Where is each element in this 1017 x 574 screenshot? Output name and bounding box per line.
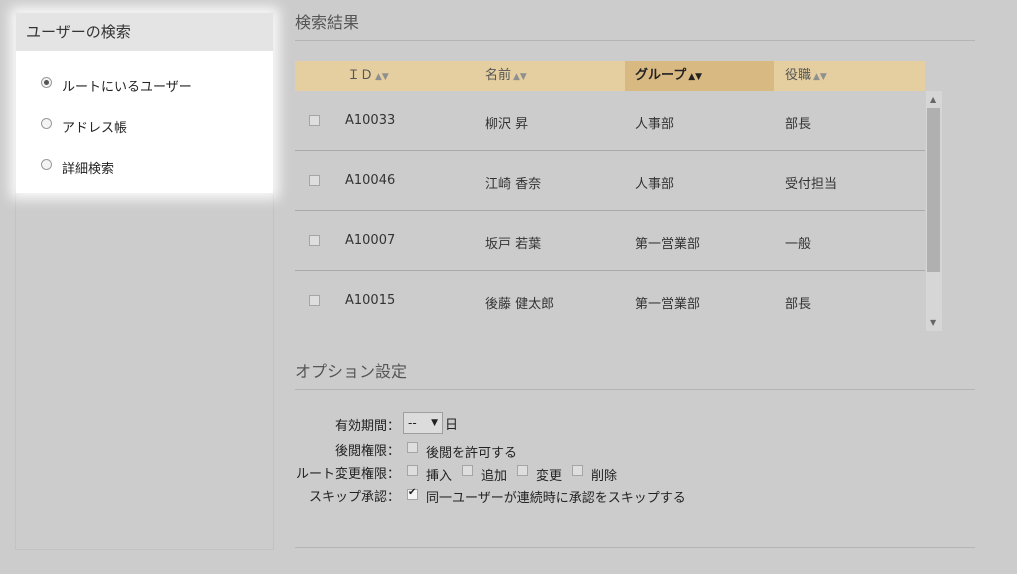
dropdown-arrow-icon: ▼: [431, 418, 438, 428]
cell-role: 部長: [785, 297, 812, 312]
view-permission-label: 後閲権限：: [334, 444, 400, 459]
scroll-up-arrow-icon[interactable]: ▲: [930, 95, 936, 104]
validity-row: -- ▼ 日: [403, 412, 458, 434]
table-row[interactable]: A10007 坂戸 若葉 第一営業部 一般: [295, 211, 925, 271]
view-permission-row: 後閲を許可する: [407, 440, 527, 461]
route-permission-row: 挿入 追加 変更 削除: [407, 463, 627, 484]
column-header-role[interactable]: 役職 ▲▼: [785, 61, 827, 91]
route-add-label: 追加: [481, 469, 508, 484]
cell-name: 坂戸 若葉: [485, 237, 542, 252]
cell-group: 人事部: [635, 117, 675, 132]
radio-label: アドレス帳: [62, 120, 128, 136]
cell-group: 第一営業部: [635, 237, 701, 252]
cell-name: 後藤 健太郎: [485, 297, 555, 312]
view-permission-text: 後閲を許可する: [426, 446, 518, 461]
column-header-id[interactable]: ＩＤ ▲▼: [347, 61, 389, 91]
row-checkbox[interactable]: [309, 295, 320, 306]
options-title: オプション設定: [295, 362, 408, 381]
validity-unit: 日: [445, 417, 459, 433]
table-row[interactable]: A10046 江崎 香奈 人事部 受付担当: [295, 151, 925, 211]
radio-address-book[interactable]: アドレス帳: [41, 116, 127, 136]
bottom-divider: [295, 547, 975, 548]
radio-label: ルートにいるユーザー: [62, 79, 192, 95]
cell-name: 江崎 香奈: [485, 177, 542, 192]
results-table-header: ＩＤ ▲▼ 名前 ▲▼ グループ ▲▼ 役職 ▲▼: [295, 61, 925, 91]
sort-both-icon[interactable]: ▲▼: [813, 72, 827, 82]
column-header-name[interactable]: 名前 ▲▼: [485, 61, 527, 91]
scroll-down-arrow-icon[interactable]: ▼: [930, 318, 936, 327]
radio-button-checked[interactable]: [41, 76, 52, 88]
route-insert-checkbox[interactable]: [407, 465, 418, 476]
column-header-group[interactable]: グループ ▲▼: [625, 61, 774, 91]
radio-root-users[interactable]: ルートにいるユーザー: [41, 75, 192, 95]
skip-approval-text: 同一ユーザーが連続時に承認をスキップする: [426, 491, 686, 506]
view-permission-checkbox[interactable]: [407, 442, 418, 453]
search-options-card: ユーザーの検索 ルートにいるユーザー アドレス帳 詳細検索: [16, 13, 273, 193]
validity-label: 有効期間：: [334, 419, 400, 434]
route-change-checkbox[interactable]: [517, 465, 529, 476]
table-row[interactable]: A10015 後藤 健太郎 第一営業部 部長: [295, 271, 925, 331]
sort-both-icon[interactable]: ▲▼: [375, 72, 389, 82]
skip-approval-checkbox[interactable]: [407, 487, 418, 500]
cell-group: 人事部: [635, 177, 675, 192]
cell-group: 第一営業部: [635, 297, 701, 312]
radio-advanced-search[interactable]: 詳細検索: [41, 157, 114, 177]
results-divider: [295, 40, 975, 41]
row-checkbox[interactable]: [309, 115, 320, 126]
route-change-label: 変更: [536, 469, 563, 484]
cell-id: A10015: [345, 293, 396, 308]
results-scrollbar[interactable]: ▲ ▼: [926, 91, 942, 331]
row-checkbox[interactable]: [309, 235, 320, 246]
route-delete-checkbox[interactable]: [572, 465, 584, 476]
route-delete-label: 削除: [591, 469, 618, 484]
options-divider: [295, 389, 975, 390]
radio-button[interactable]: [41, 158, 52, 170]
cell-role: 部長: [785, 117, 812, 132]
route-insert-label: 挿入: [426, 469, 453, 484]
scrollbar-thumb[interactable]: [927, 108, 940, 272]
results-table-body: A10033 柳沢 昇 人事部 部長 A10046 江崎 香奈 人事部 受付担当…: [295, 91, 925, 331]
row-checkbox[interactable]: [309, 175, 320, 186]
results-title: 検索結果: [295, 13, 360, 32]
search-panel: ユーザーの検索 ルートにいるユーザー アドレス帳 詳細検索: [15, 12, 274, 550]
route-add-checkbox[interactable]: [462, 465, 474, 476]
cell-role: 受付担当: [785, 177, 838, 192]
cell-id: A10046: [345, 173, 396, 188]
cell-role: 一般: [785, 237, 812, 252]
sort-active-icon[interactable]: ▲▼: [688, 72, 702, 82]
sort-both-icon[interactable]: ▲▼: [513, 72, 527, 82]
table-row[interactable]: A10033 柳沢 昇 人事部 部長: [295, 91, 925, 151]
skip-approval-row: 同一ユーザーが連続時に承認をスキップする: [407, 486, 696, 506]
skip-approval-label: スキップ承認：: [308, 490, 400, 505]
radio-button[interactable]: [41, 117, 52, 129]
route-permission-label: ルート変更権限：: [295, 467, 400, 482]
radio-label: 詳細検索: [62, 161, 115, 177]
validity-select[interactable]: -- ▼: [403, 412, 443, 434]
cell-name: 柳沢 昇: [485, 117, 529, 132]
search-panel-title: ユーザーの検索: [16, 13, 273, 51]
cell-id: A10033: [345, 113, 396, 128]
cell-id: A10007: [345, 233, 396, 248]
